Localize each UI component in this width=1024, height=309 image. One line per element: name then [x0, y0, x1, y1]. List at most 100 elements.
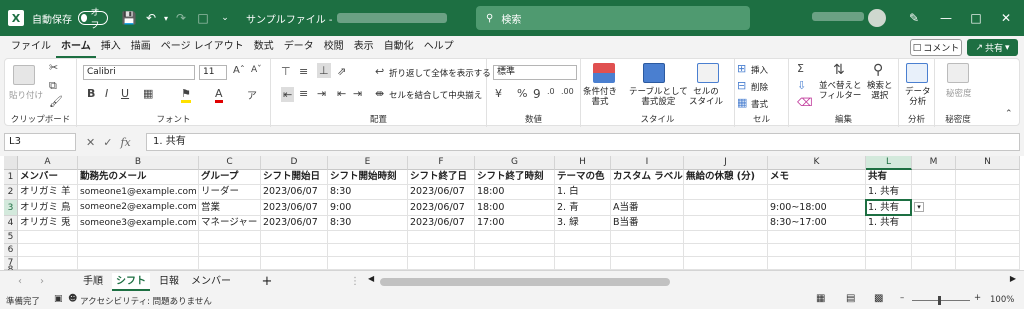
zoom-slider[interactable] [912, 300, 970, 301]
font-size-select[interactable]: 11 [199, 65, 227, 80]
page-layout-view-icon[interactable]: ▤ [846, 293, 855, 304]
minimize-icon[interactable]: — [930, 0, 962, 36]
maximize-icon[interactable]: □ [960, 0, 992, 36]
table-cell[interactable] [956, 216, 1020, 231]
table-cell[interactable] [18, 257, 78, 270]
wrap-text-label[interactable]: 折り返して全体を表示する [389, 67, 491, 79]
table-cell[interactable]: 9:00 [328, 200, 408, 216]
sensitivity-icon[interactable] [947, 63, 969, 83]
column-header[interactable]: J [684, 156, 768, 170]
status-accessibility[interactable]: アクセシビリティ: 問題ありません [80, 295, 212, 307]
paste-icon[interactable] [13, 65, 35, 85]
table-cell[interactable] [78, 244, 199, 257]
table-cell[interactable]: 18:00 [475, 185, 555, 200]
table-cell[interactable]: someone3@example.com [78, 216, 199, 231]
currency-icon[interactable]: ¥ [495, 87, 502, 100]
table-cell[interactable]: 2023/06/07 [408, 185, 475, 200]
percent-icon[interactable]: % [517, 87, 527, 100]
table-cell[interactable] [611, 231, 684, 244]
table-cell[interactable]: 1. 共有 [866, 216, 912, 231]
table-cell[interactable] [684, 185, 768, 200]
search-box[interactable]: ⚲ 検索 [476, 6, 750, 30]
header-cell[interactable]: シフト終了時刻 [475, 170, 555, 185]
header-cell[interactable]: カスタム ラベル [611, 170, 684, 185]
share-button[interactable]: ↗ 共有 ▾ [967, 39, 1018, 56]
table-cell[interactable] [684, 200, 768, 216]
table-cell[interactable]: 8:30 [328, 216, 408, 231]
table-cell[interactable]: 2023/06/07 [261, 200, 328, 216]
table-cell[interactable] [475, 244, 555, 257]
scroll-right-icon[interactable]: ▶ [1010, 274, 1016, 283]
table-cell[interactable]: 18:00 [475, 200, 555, 216]
header-cell[interactable]: グループ [199, 170, 261, 185]
next-sheet-icon[interactable]: › [34, 273, 50, 291]
table-cell[interactable]: 2. 青 [555, 200, 611, 216]
column-header[interactable]: A [18, 156, 78, 170]
header-cell[interactable] [956, 170, 1020, 185]
tab-draw[interactable]: 描画 [126, 36, 156, 58]
table-cell[interactable] [18, 231, 78, 244]
table-cell[interactable] [956, 244, 1020, 257]
redo-icon[interactable]: ↷ [170, 11, 192, 25]
sheet-tab-daily[interactable]: 日報 [152, 273, 186, 291]
table-cell[interactable] [768, 244, 866, 257]
table-cell[interactable]: 8:30 [328, 185, 408, 200]
macro-record-icon[interactable]: ▣ [54, 294, 63, 304]
header-cell[interactable]: メンバー [18, 170, 78, 185]
table-cell[interactable] [408, 257, 475, 270]
table-cell[interactable]: 9:00~18:00 [768, 200, 866, 216]
table-cell[interactable] [866, 257, 912, 270]
decrease-decimal-icon[interactable]: .00 [561, 87, 574, 96]
table-cell[interactable]: someone1@example.com [78, 185, 199, 200]
scroll-thumb[interactable] [380, 278, 670, 286]
tab-automate[interactable]: 自動化 [379, 36, 419, 58]
align-left-icon[interactable]: ⇤ [281, 87, 295, 102]
column-header[interactable]: L [866, 156, 912, 170]
avatar[interactable] [868, 9, 886, 27]
table-cell[interactable] [912, 231, 956, 244]
column-header[interactable]: I [611, 156, 684, 170]
table-cell[interactable] [199, 244, 261, 257]
row-header[interactable]: 4 [4, 216, 18, 231]
header-cell[interactable] [912, 170, 956, 185]
table-cell[interactable] [768, 231, 866, 244]
cell-styles-label[interactable]: セルの スタイル [689, 87, 723, 107]
column-header[interactable]: F [408, 156, 475, 170]
format-table-icon[interactable] [643, 63, 665, 83]
row-header[interactable]: 3 [4, 200, 18, 216]
align-bottom-icon[interactable]: ⊥ [317, 63, 331, 78]
wrap-text-icon[interactable]: ↩ [375, 65, 384, 78]
copy-format-icon[interactable]: □ [192, 11, 214, 25]
border-icon[interactable]: ▦ [143, 87, 153, 100]
decrease-font-icon[interactable]: Aˇ [251, 65, 262, 75]
column-header[interactable]: B [78, 156, 199, 170]
table-cell[interactable] [328, 244, 408, 257]
table-cell[interactable]: A当番 [611, 200, 684, 216]
table-cell[interactable] [684, 231, 768, 244]
table-cell[interactable] [328, 257, 408, 270]
tab-formulas[interactable]: 数式 [249, 36, 279, 58]
table-cell[interactable]: マネージャー [199, 216, 261, 231]
row-header[interactable]: 5 [4, 231, 18, 244]
header-cell[interactable]: 共有 [866, 170, 912, 185]
page-break-view-icon[interactable]: ▩ [874, 293, 883, 304]
table-cell[interactable] [956, 185, 1020, 200]
table-cell[interactable] [408, 244, 475, 257]
table-cell[interactable] [328, 231, 408, 244]
sensitivity-label[interactable]: 秘密度 [946, 87, 972, 99]
table-cell[interactable] [912, 257, 956, 270]
table-cell[interactable] [611, 257, 684, 270]
cut-icon[interactable]: ✂ [49, 61, 58, 74]
zoom-slider-thumb[interactable] [938, 296, 941, 305]
tab-data[interactable]: データ [279, 36, 319, 58]
format-table-label[interactable]: テーブルとして 書式設定 [629, 87, 688, 107]
conditional-format-icon[interactable] [593, 63, 615, 83]
merge-center-label[interactable]: セルを結合して中央揃え [389, 89, 482, 101]
column-header[interactable]: C [199, 156, 261, 170]
header-cell[interactable]: 勤務先のメール [78, 170, 199, 185]
normal-view-icon[interactable]: ▦ [816, 293, 825, 304]
font-color-icon[interactable]: A [215, 87, 223, 103]
align-right-icon[interactable]: ⇥ [317, 87, 326, 100]
table-cell[interactable] [956, 257, 1020, 270]
fill-color-icon[interactable]: ⚑ [181, 87, 191, 103]
